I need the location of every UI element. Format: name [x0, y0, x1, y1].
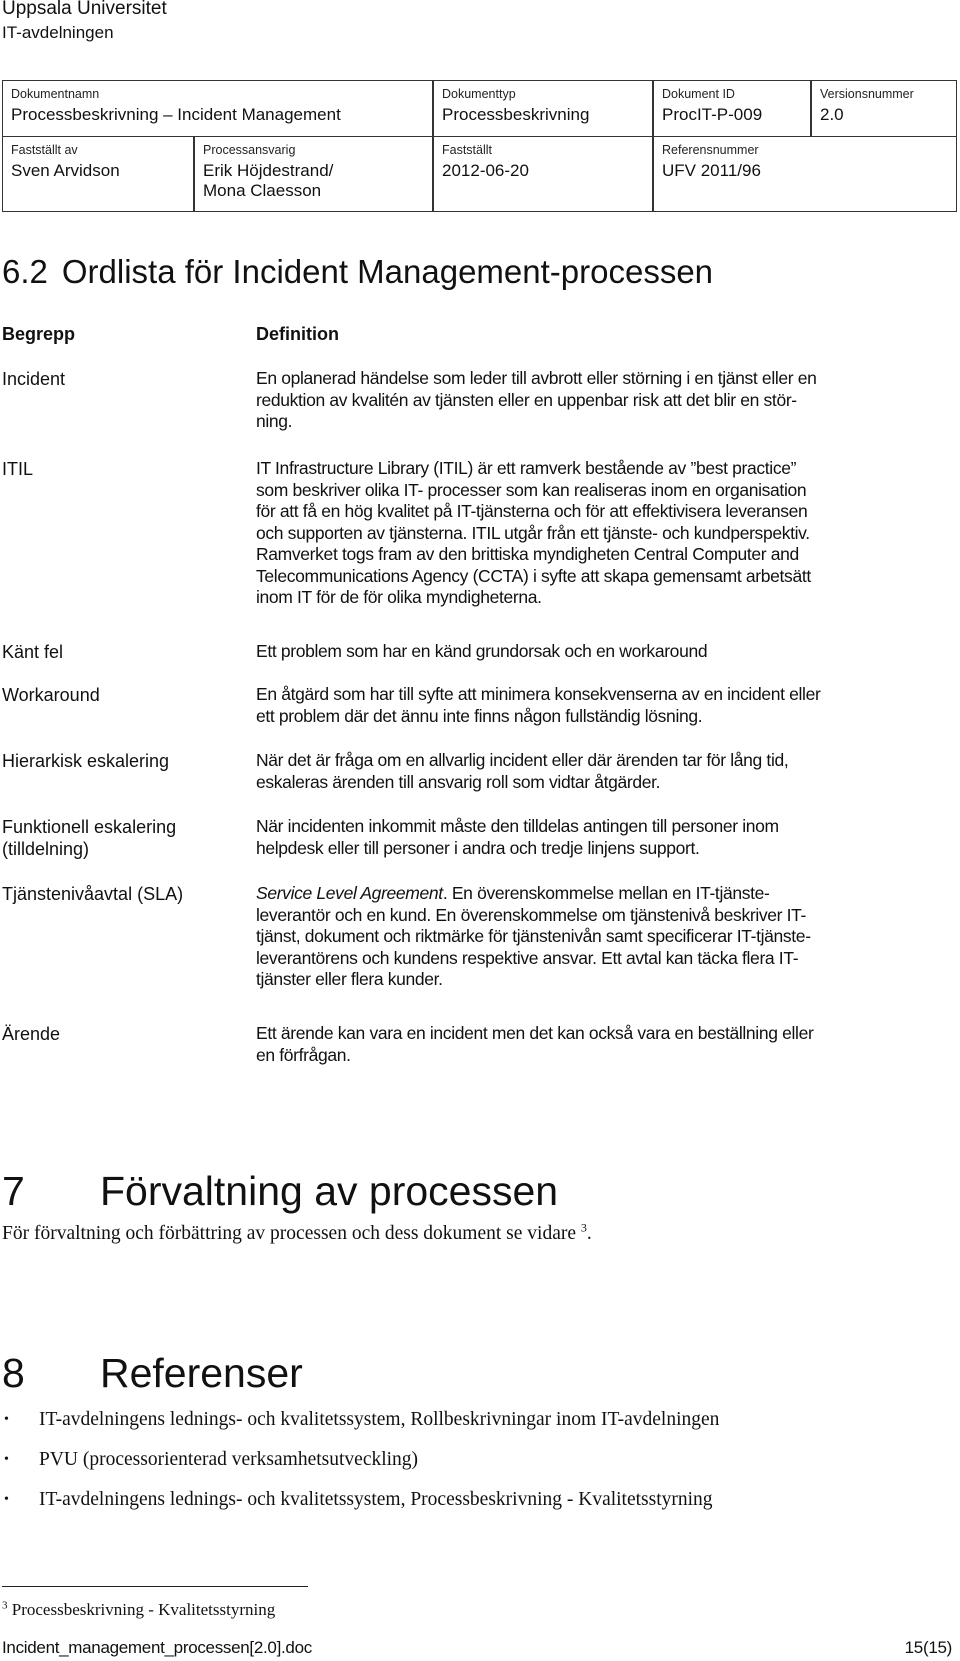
value-process-owner-line2: Mona Claesson [203, 181, 322, 200]
glossary-definition: En oplanerad händelse som leder till avb… [256, 368, 946, 433]
bullet-icon: • [4, 1492, 9, 1507]
label-document-type: Dokumenttyp [442, 87, 516, 101]
term-line: (tilldelning) [2, 839, 90, 859]
value-document-id: ProcIT-P-009 [662, 105, 763, 124]
glossary-term: ITIL [2, 459, 34, 479]
label-document-name: Dokumentnamn [11, 87, 100, 101]
section-title: Förvaltning av processen [100, 1168, 559, 1214]
body-text: . [586, 1223, 592, 1244]
footnote: 3 Processbeskrivning - Kvalitetsstyrning [2, 1600, 275, 1620]
definition-line: En åtgärd som har till syfte att minimer… [256, 684, 821, 704]
body-text: För förvaltning och förbättring av proce… [2, 1223, 581, 1244]
label-approved-by: Fastställt av [11, 143, 78, 157]
term-line: Funktionell eskalering [2, 817, 177, 837]
section-number: 7 [2, 1168, 25, 1214]
definition-line: IT Infrastructure Library (ITIL) är ett … [256, 458, 797, 478]
glossary-definition: När incidenten inkommit måste den tillde… [256, 816, 946, 859]
definition-text: . En överenskommelse mellan en IT-tjänst… [442, 883, 770, 903]
definition-line: för att få en hög kvalitet på IT-tjänste… [256, 501, 808, 521]
bullet-icon: • [4, 1452, 9, 1467]
definition-line: Ett problem som har en känd grundorsak o… [256, 641, 708, 661]
glossary-definition: En åtgärd som har till syfte att minimer… [256, 684, 946, 727]
value-approved-by: Sven Arvidson [11, 161, 120, 180]
glossary-definition: Ett problem som har en känd grundorsak o… [256, 641, 946, 663]
reference-text: PVU (processorienterad verksamhetsutveck… [39, 1449, 419, 1470]
glossary-definition: Service Level Agreement. En överenskomme… [256, 883, 946, 991]
definition-line: ning. [256, 411, 293, 431]
footnote-text: Processbeskrivning - Kvalitetsstyrning [7, 1600, 276, 1619]
glossary-term: Tjänstenivåavtal (SLA) [2, 884, 184, 904]
bullet-icon: • [4, 1412, 9, 1427]
definition-line: leverantör och en kund. En överenskommel… [256, 904, 807, 925]
definition-line: Service Level Agreement. En överenskomme… [256, 883, 946, 905]
section-number: 6.2 [2, 253, 48, 290]
cell-document-type: Dokumenttyp Processbeskrivning [434, 81, 652, 136]
glossary-definition: IT Infrastructure Library (ITIL) är ett … [256, 458, 946, 609]
department-name: IT-avdelningen [2, 23, 114, 42]
value-document-type: Processbeskrivning [442, 105, 590, 124]
column-header-term: Begrepp [2, 324, 76, 344]
footer-filename: Incident_management_processen[2.0].doc [2, 1638, 312, 1657]
section-title: Ordlista för Incident Management-process… [61, 253, 714, 290]
label-approved-date: Fastställt [442, 143, 493, 157]
reference-text: IT-avdelningens lednings- och kvalitetss… [39, 1489, 713, 1510]
label-version: Versionsnummer [820, 87, 914, 101]
definition-line: och supporten av tjänsterna. ITIL utgår … [256, 522, 810, 543]
label-reference-number: Referensnummer [662, 143, 759, 157]
definition-line: Telecommunications Agency (CCTA) i syfte… [256, 565, 811, 586]
section-title: Referenser [100, 1350, 303, 1396]
value-approved-date: 2012-06-20 [442, 161, 529, 180]
section-heading-management: 7 Förvaltning av processen [2, 1168, 558, 1214]
column-header-definition: Definition [256, 324, 339, 344]
definition-line: ett problem där det ännu inte finns någo… [256, 705, 703, 726]
glossary-definition: Ett ärende kan vara en incident men det … [256, 1023, 946, 1066]
definition-line: tjänster eller flera kunder. [256, 969, 443, 989]
document-metadata-table: Dokumentnamn Processbeskrivning – Incide… [2, 80, 957, 212]
definition-italic: Service Level Agreement [256, 883, 443, 903]
reference-text: IT-avdelningens lednings- och kvalitetss… [39, 1409, 720, 1430]
definition-line: tjänst, dokument och riktmärke för tjäns… [256, 926, 811, 946]
label-process-owner: Processansvarig [203, 143, 296, 157]
definition-line: som beskriver olika IT- processer som ka… [256, 479, 807, 500]
section-number: 8 [2, 1350, 25, 1396]
definition-line: Ett ärende kan vara en incident men det … [256, 1023, 814, 1043]
cell-approved-by: Fastställt av Sven Arvidson [3, 137, 193, 211]
value-process-owner-line1: Erik Höjdestrand/ [203, 161, 334, 180]
section-heading-glossary: 6.2 Ordlista för Incident Management-proc… [2, 252, 713, 292]
glossary-term: Hierarkisk eskalering [2, 751, 170, 771]
glossary-term: Workaround [2, 685, 100, 705]
cell-document-name: Dokumentnamn Processbeskrivning – Incide… [3, 81, 432, 136]
definition-line: Ramverket togs fram av den brittiska myn… [256, 544, 799, 564]
definition-line: eskaleras ärenden till ansvarig roll som… [256, 771, 661, 792]
footer-page-number: 15(15) [904, 1638, 953, 1657]
value-reference-number: UFV 2011/96 [662, 161, 761, 180]
definition-line: När det är fråga om en allvarlig inciden… [256, 750, 789, 770]
glossary-definition: När det är fråga om en allvarlig inciden… [256, 750, 946, 793]
definition-line: reduktion av kvalitén av tjänsten eller … [256, 389, 797, 410]
cell-approved-date: Fastställt 2012-06-20 [434, 137, 652, 211]
definition-line: helpdesk eller till personer i andra och… [256, 837, 700, 858]
glossary-term: Ärende [2, 1024, 61, 1044]
glossary-term: Känt fel [2, 642, 64, 662]
glossary-term: Funktionell eskalering (tilldelning) [2, 816, 176, 860]
organization-name: Uppsala Universitet [2, 0, 167, 19]
definition-line: En oplanerad händelse som leder till avb… [256, 368, 817, 388]
cell-version: Versionsnummer 2.0 [812, 81, 956, 136]
cell-reference-number: Referensnummer UFV 2011/96 [654, 137, 956, 211]
cell-process-owner: Processansvarig Erik Höjdestrand/ Mona C… [195, 137, 432, 211]
definition-line: en förfrågan. [256, 1044, 351, 1065]
value-version: 2.0 [820, 105, 844, 124]
section-heading-references: 8 Referenser [2, 1350, 303, 1396]
definition-line: leverantörens och kundens respektive ans… [256, 947, 799, 968]
section-body: För förvaltning och förbättring av proce… [2, 1222, 592, 1246]
label-document-id: Dokument ID [662, 87, 735, 101]
value-document-name: Processbeskrivning – Incident Management [11, 105, 341, 124]
glossary-term: Incident [2, 369, 66, 389]
footnote-separator [2, 1586, 308, 1587]
cell-document-id: Dokument ID ProcIT-P-009 [654, 81, 810, 136]
definition-line: När incidenten inkommit måste den tillde… [256, 816, 779, 836]
definition-line: inom IT för de för olika myndigheterna. [256, 587, 542, 607]
